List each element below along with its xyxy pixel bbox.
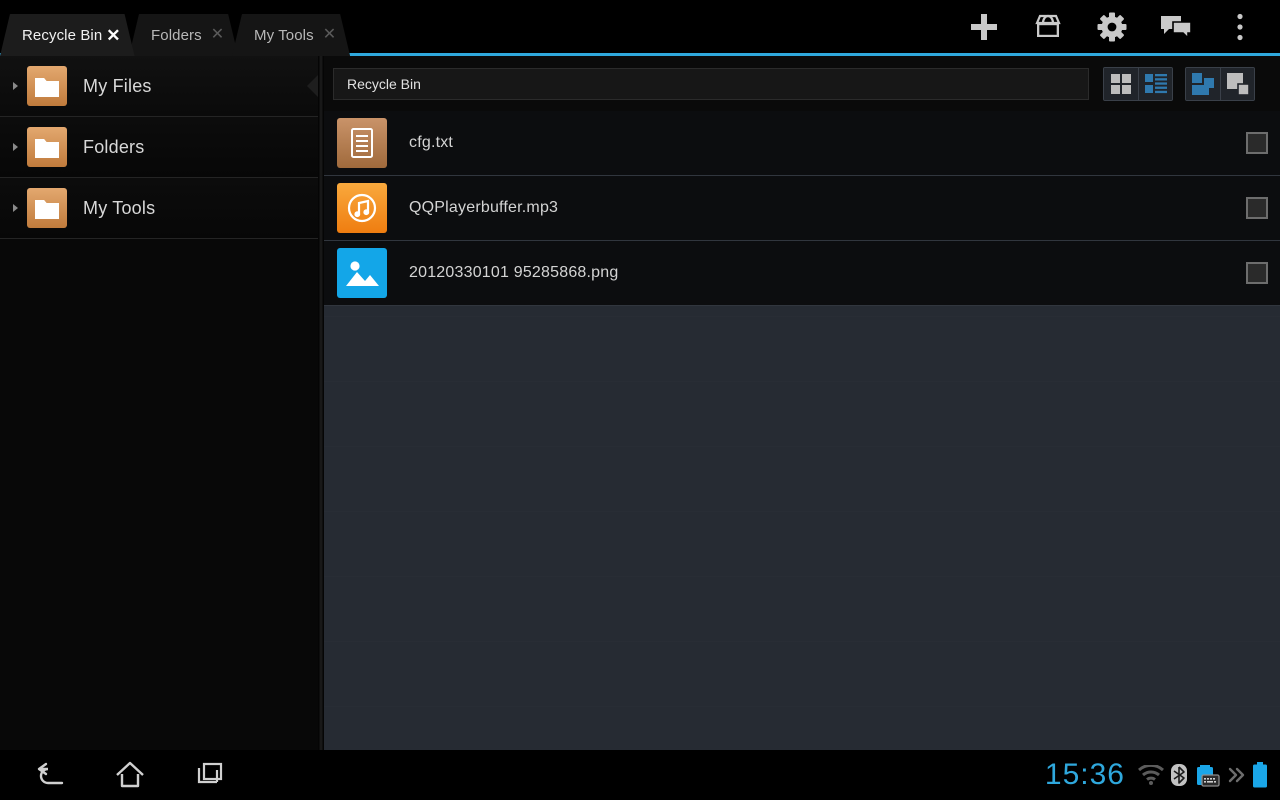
status-bar[interactable]: 15:36 — [1045, 750, 1268, 800]
top-toolbar — [952, 0, 1272, 53]
path-input[interactable]: Recycle Bin — [333, 68, 1089, 100]
list-icon — [1145, 74, 1167, 94]
file-checkbox[interactable] — [1246, 262, 1268, 284]
content-pane: Recycle Bin — [324, 56, 1280, 750]
pane-mode-group — [1185, 67, 1255, 101]
sidebar-item-my-files[interactable]: My Files — [0, 56, 318, 117]
messages-button[interactable] — [1144, 0, 1208, 53]
view-mode-group — [1103, 67, 1173, 101]
recent-apps-button[interactable] — [170, 750, 250, 800]
bluetooth-icon — [1171, 764, 1187, 786]
list-view-button[interactable] — [1138, 68, 1172, 100]
text-file-icon — [337, 118, 387, 168]
file-checkbox[interactable] — [1246, 197, 1268, 219]
tab-label: Folders — [151, 27, 202, 44]
battery-icon — [1252, 762, 1268, 788]
file-name-label: QQPlayerbuffer.mp3 — [409, 199, 558, 217]
tab-label: Recycle Bin — [22, 27, 102, 44]
back-arrow-icon — [35, 762, 65, 788]
tab-my-tools[interactable]: My Tools ✕ — [232, 14, 350, 56]
nav-buttons — [10, 750, 250, 800]
sidebar: My Files Folders My Tools — [0, 56, 318, 750]
home-icon — [115, 761, 145, 789]
file-row[interactable]: cfg.txt — [324, 111, 1280, 176]
tab-folders[interactable]: Folders ✕ — [129, 14, 238, 56]
file-manager-app: Recycle Bin ✕ Folders ✕ My Tools ✕ — [0, 0, 1280, 800]
overflow-dots-icon — [1236, 12, 1244, 42]
tab-strip: Recycle Bin ✕ Folders ✕ My Tools ✕ — [0, 14, 344, 56]
store-icon — [1033, 13, 1063, 41]
plus-icon — [967, 10, 1001, 44]
file-name-label: cfg.txt — [409, 134, 453, 152]
single-pane-button[interactable] — [1220, 68, 1254, 100]
sidebar-item-label: Folders — [83, 137, 144, 158]
system-navigation-bar: 15:36 — [0, 750, 1280, 800]
file-row[interactable]: QQPlayerbuffer.mp3 — [324, 176, 1280, 241]
gear-icon — [1096, 11, 1128, 43]
grid-icon — [1111, 74, 1131, 94]
sidebar-item-label: My Tools — [83, 198, 155, 219]
sidebar-item-label: My Files — [83, 76, 152, 97]
grid-view-button[interactable] — [1104, 68, 1138, 100]
file-row[interactable]: 20120330101 95285868.png — [324, 241, 1280, 306]
main-area: My Files Folders My Tools — [0, 56, 1280, 750]
split-pane-button[interactable] — [1186, 68, 1220, 100]
audio-file-icon — [337, 183, 387, 233]
back-button[interactable] — [10, 750, 90, 800]
expand-triangle-icon[interactable] — [4, 204, 26, 212]
tab-close-icon[interactable]: ✕ — [106, 27, 120, 44]
tab-close-icon[interactable]: ✕ — [210, 27, 223, 43]
settings-button[interactable] — [1080, 0, 1144, 53]
tab-close-icon[interactable]: ✕ — [322, 27, 335, 43]
status-clock: 15:36 — [1045, 758, 1125, 792]
view-mode-controls — [1103, 67, 1255, 101]
path-bar: Recycle Bin — [324, 56, 1280, 111]
tab-recycle-bin[interactable]: Recycle Bin ✕ — [0, 14, 135, 56]
file-list: cfg.txt QQPlayerbuffer.mp3 — [324, 111, 1280, 306]
add-button[interactable] — [952, 0, 1016, 53]
image-file-icon — [337, 248, 387, 298]
market-button[interactable] — [1016, 0, 1080, 53]
tab-bar: Recycle Bin ✕ Folders ✕ My Tools ✕ — [0, 0, 1280, 56]
folder-icon — [26, 65, 68, 107]
home-button[interactable] — [90, 750, 170, 800]
file-checkbox[interactable] — [1246, 132, 1268, 154]
expand-triangle-icon[interactable] — [4, 143, 26, 151]
split-pane-icon — [1192, 73, 1214, 95]
sidebar-item-folders[interactable]: Folders — [0, 117, 318, 178]
wifi-icon — [1138, 765, 1164, 785]
folder-icon — [26, 187, 68, 229]
single-pane-icon — [1227, 73, 1249, 95]
sidebar-item-my-tools[interactable]: My Tools — [0, 178, 318, 239]
chat-icon — [1160, 14, 1192, 40]
file-name-label: 20120330101 95285868.png — [409, 264, 618, 282]
overflow-menu-button[interactable] — [1208, 0, 1272, 53]
expand-triangle-icon[interactable] — [4, 82, 26, 90]
keyboard-battery-icon — [1194, 763, 1220, 787]
tab-label: My Tools — [254, 27, 314, 44]
chevron-double-right-icon — [1227, 766, 1245, 784]
recents-icon — [195, 761, 225, 789]
folder-icon — [26, 126, 68, 168]
selected-indicator-icon — [307, 75, 318, 97]
